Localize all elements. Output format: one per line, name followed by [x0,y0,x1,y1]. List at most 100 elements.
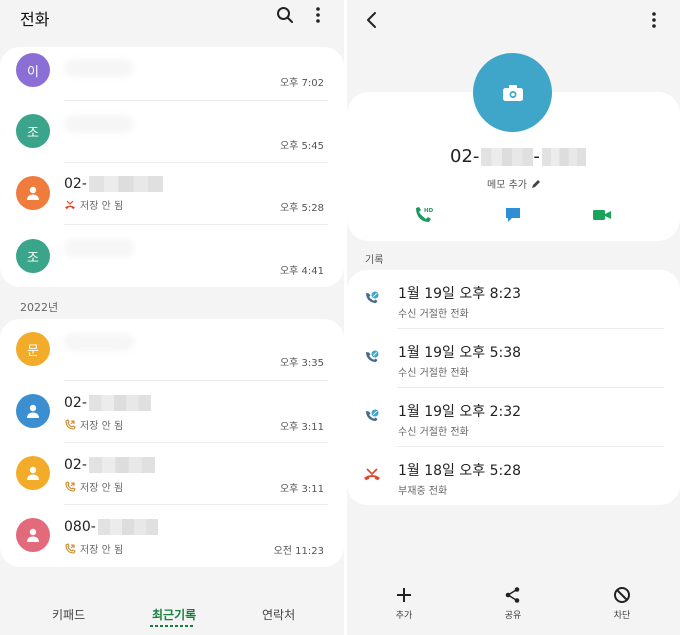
status-text: 저장 안 됨 [80,201,124,212]
history-call-type: 수신 거절한 전화 [398,368,469,379]
contact-avatar: 문 [16,332,50,366]
call-status: 저장 안 됨 [64,541,123,556]
contact-avatar: 조 [16,114,50,148]
person-icon [27,528,39,542]
rejected-call-icon [363,407,381,425]
call-detail-screen: 02- - 메모 추가 HD 기록 1월 19일 오후 8:23 수신 거절한 … [347,0,680,635]
history-row[interactable]: 1월 19일 오후 5:38 수신 거절한 전화 [347,329,680,388]
history-call-type: 부재중 전화 [398,486,448,497]
call-time: 오후 5:45 [279,141,324,152]
caller-number: 02- [64,457,155,473]
contact-avatar [16,394,50,428]
search-icon[interactable] [273,3,297,27]
contact-avatar: 이 [16,53,50,87]
more-options-icon[interactable] [642,8,666,32]
hd-call-button[interactable]: HD [413,204,435,226]
video-call-icon [593,210,611,220]
caller-number: 02- [64,395,151,411]
call-history-card: 1월 19일 오후 8:23 수신 거절한 전화 1월 19일 오후 5:38 … [347,270,680,505]
contact-avatar: 조 [16,239,50,273]
video-call-button[interactable] [591,204,613,226]
call-status: 저장 안 됨 [64,417,123,432]
tab-recents[interactable]: 최근기록 [152,606,196,623]
block-button[interactable]: 차단 [602,586,642,621]
call-log-row[interactable]: 02- 저장 안 됨 오후 3:11 [0,381,344,443]
call-time: 오후 5:28 [279,203,324,214]
section-header-year: 2022년 [20,301,59,314]
contact-avatar [16,456,50,490]
call-time: 오전 11:23 [273,546,324,557]
svg-text:HD: HD [424,208,434,214]
detail-phone-number: 02- - [450,146,586,167]
more-options-icon[interactable] [306,3,330,27]
call-time: 오후 3:11 [279,484,324,495]
number-redacted [88,176,163,192]
history-datetime: 1월 18일 오후 5:28 [398,463,522,479]
outgoing-call-icon [64,480,76,493]
tab-contacts[interactable]: 연락처 [262,606,295,623]
outgoing-call-icon [64,418,76,431]
recents-card-2022: 문 오후 3:35 02- 저장 안 됨 오후 3:11 02- 저장 안 됨 … [0,319,344,567]
memo-label: 메모 추가 [487,180,527,191]
add-memo-button[interactable]: 메모 추가 [487,176,541,191]
active-tab-indicator [150,625,194,627]
contact-name-redacted [64,239,134,257]
call-time: 오후 3:11 [279,422,324,433]
history-row[interactable]: 1월 18일 오후 5:28 부재중 전화 [347,447,680,506]
share-label: 공유 [504,611,522,621]
history-call-type: 수신 거절한 전화 [398,309,469,320]
outgoing-call-icon [64,542,76,555]
number-prefix: 02- [64,457,87,473]
history-section-label: 기록 [365,255,384,266]
caller-number: 080- [64,519,158,535]
contact-name-redacted [64,59,134,77]
number-prefix: 02- [64,395,87,411]
tab-keypad[interactable]: 키패드 [52,606,85,623]
recents-screen: 전화 이 오후 7:02 조 오후 5:45 02- 저장 안 됨 오후 5:2… [0,0,344,635]
message-button[interactable] [502,204,524,226]
number-prefix: 080- [64,519,96,535]
call-log-row[interactable]: 조 오후 4:41 [0,225,344,287]
number-prefix: 02- [64,176,87,192]
person-icon [27,466,39,480]
history-row[interactable]: 1월 19일 오후 8:23 수신 거절한 전화 [347,270,680,329]
call-log-row[interactable]: 문 오후 3:35 [0,319,344,381]
call-log-row[interactable]: 080- 저장 안 됨 오전 11:23 [0,505,344,567]
add-contact-button[interactable]: 추가 [384,586,424,621]
number-redacted [88,395,151,411]
history-datetime: 1월 19일 오후 5:38 [398,345,522,361]
plus-icon [397,588,411,602]
number-redacted [88,457,155,473]
call-log-row[interactable]: 조 오후 5:45 [0,101,344,163]
number-separator: - [533,146,540,167]
contact-name-redacted [64,333,134,351]
camera-icon [502,84,523,101]
contact-photo[interactable] [473,53,552,132]
history-row[interactable]: 1월 19일 오후 2:32 수신 거절한 전화 [347,388,680,447]
missed-call-icon [363,466,381,484]
history-datetime: 1월 19일 오후 8:23 [398,286,522,302]
message-icon [506,208,520,222]
back-icon[interactable] [359,8,383,32]
number-prefix: 02- [450,146,480,167]
contact-name-redacted [64,115,134,133]
share-button[interactable]: 공유 [493,586,533,621]
bottom-tab-bar: 키패드 최근기록 연락처 [0,598,344,635]
app-title: 전화 [20,10,50,29]
call-log-row[interactable]: 02- 저장 안 됨 오후 5:28 [0,163,344,225]
call-log-row[interactable]: 이 오후 7:02 [0,47,344,101]
add-label: 추가 [395,611,413,621]
status-text: 저장 안 됨 [80,545,124,556]
call-time: 오후 4:41 [279,266,324,277]
block-icon [614,587,630,603]
missed-call-icon [64,199,76,211]
share-icon [505,587,520,603]
person-icon [27,404,39,418]
number-redacted [97,519,158,535]
recents-card-today: 이 오후 7:02 조 오후 5:45 02- 저장 안 됨 오후 5:28 조… [0,47,344,287]
status-text: 저장 안 됨 [80,421,124,432]
call-log-row[interactable]: 02- 저장 안 됨 오후 3:11 [0,443,344,505]
call-status: 저장 안 됨 [64,479,123,494]
call-time: 오후 7:02 [279,78,324,89]
history-datetime: 1월 19일 오후 2:32 [398,404,522,420]
